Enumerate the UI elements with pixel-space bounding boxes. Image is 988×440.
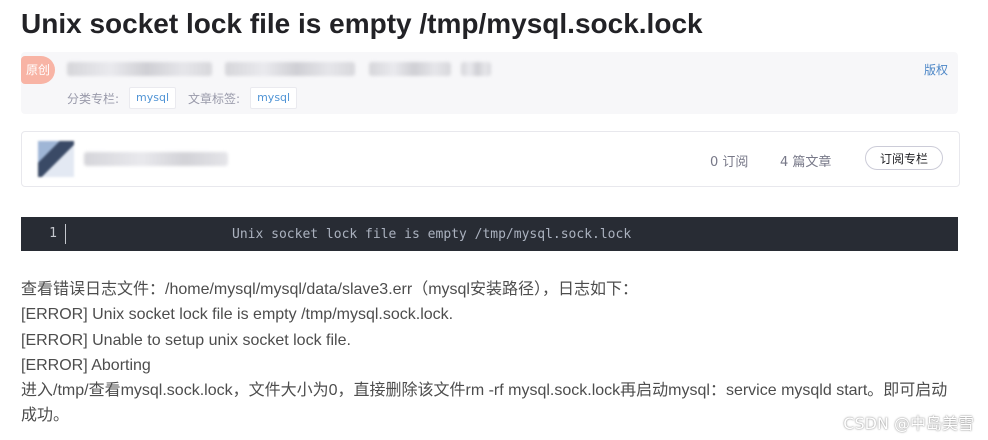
paragraph-error-2: [ERROR] Unable to setup unix socket lock… [21, 331, 351, 349]
paragraph-error-1: [ERROR] Unix socket lock file is empty /… [21, 306, 454, 324]
csdn-watermark: CSDN @中岛美雪 [843, 414, 974, 433]
favorite-count-blurred [461, 62, 491, 76]
code-block: 1 Unix socket lock file is empty /tmp/my… [21, 217, 958, 251]
column-article-count: 4 篇文章 [780, 155, 832, 170]
view-count-blurred [369, 62, 451, 76]
article-tag-mysql[interactable]: mysql [250, 87, 298, 109]
code-line: Unix socket lock file is empty /tmp/mysq… [232, 227, 632, 242]
code-line-number: 1 [21, 224, 66, 244]
column-avatar[interactable] [38, 141, 74, 177]
paragraph-error-3: [ERROR] Aborting [21, 356, 151, 374]
article-title: Unix socket lock file is empty /tmp/mysq… [21, 8, 703, 39]
category-label: 分类专栏: [67, 91, 120, 106]
copyright-link[interactable]: 版权 [924, 61, 948, 78]
tag-row: 分类专栏: mysql 文章标签: mysql [67, 87, 309, 109]
column-card[interactable]: 0 订阅 4 篇文章 订阅专栏 [21, 131, 960, 187]
subscribe-column-button[interactable]: 订阅专栏 [864, 146, 943, 170]
column-name-blurred[interactable] [84, 152, 228, 166]
tags-label: 文章标签: [188, 91, 241, 106]
author-info-blurred [67, 62, 212, 76]
paragraph-solution: 进入/tmp/查看mysql.sock.lock，文件大小为0，直接删除该文件r… [21, 382, 948, 425]
original-badge: 原创 [21, 56, 55, 84]
column-subscriber-count: 0 订阅 [710, 155, 749, 170]
article-meta-box: 原创 版权 分类专栏: mysql 文章标签: mysql [21, 52, 958, 114]
article-body: 查看错误日志文件：/home/mysql/mysql/data/slave3.e… [21, 277, 961, 429]
publish-time-blurred [225, 62, 355, 76]
category-tag-mysql[interactable]: mysql [129, 87, 177, 109]
paragraph-error-log-path: 查看错误日志文件：/home/mysql/mysql/data/slave3.e… [21, 281, 638, 298]
